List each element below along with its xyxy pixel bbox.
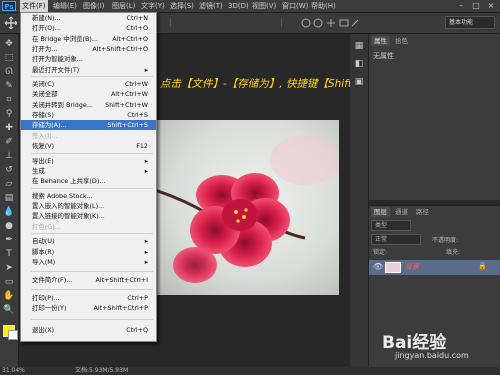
move-tool-icon[interactable]: [4, 16, 18, 30]
menu-item-share-behance[interactable]: 在 Behance 上共享(D)...: [21, 176, 156, 186]
menu-item-search-stock[interactable]: 搜索 Adobe Stock...: [21, 191, 156, 201]
layer-name: 背景: [405, 263, 419, 271]
marquee-icon[interactable]: ⬚: [3, 52, 15, 64]
layer-filter-select[interactable]: 类型: [371, 220, 411, 231]
history-panel-icon[interactable]: ▦: [353, 40, 365, 52]
menu-window[interactable]: 窗口(W): [280, 0, 310, 12]
document-image[interactable]: [155, 120, 339, 295]
quick-select-icon[interactable]: ✎: [3, 80, 15, 92]
zoom-level[interactable]: 31.04%: [2, 367, 25, 375]
menu-item-open-smart-object[interactable]: 打开为智能对象...: [21, 54, 156, 64]
menu-item-new[interactable]: 新建(N)... Ctrl+N: [21, 13, 156, 23]
lock-icon: 🔒: [478, 262, 487, 270]
flower-photo: [155, 120, 339, 295]
eraser-icon[interactable]: ▱: [3, 178, 15, 190]
menu-item-browse-bridge[interactable]: 在 Bridge 中浏览(B)... Alt+Ctrl+O: [21, 34, 156, 44]
blend-mode-select[interactable]: 正常: [371, 234, 421, 245]
menu-separator: [31, 152, 153, 154]
zoom-icon[interactable]: 🔍: [3, 304, 15, 316]
menu-item-open-as[interactable]: 打开为... Alt+Shift+Ctrl+O: [21, 44, 156, 54]
menu-separator: [31, 319, 153, 320]
menu-filter[interactable]: 滤镜(T): [197, 0, 225, 12]
layer-thumbnail: [385, 262, 401, 273]
hand-icon[interactable]: ✋: [3, 290, 15, 302]
menu-view[interactable]: 视图(V): [250, 0, 278, 12]
maximize-icon[interactable]: □: [469, 0, 483, 12]
menu-item-open[interactable]: 打开(O)... Ctrl+O: [21, 23, 156, 33]
file-menu-dropdown: 新建(N)... Ctrl+N 打开(O)... Ctrl+O 在 Bridge 中…: [20, 12, 157, 342]
pen-icon[interactable]: ✒: [3, 234, 15, 246]
no-properties-text: 无属性: [373, 52, 394, 60]
brush-icon[interactable]: ✐: [3, 136, 15, 148]
menu-edit[interactable]: 编辑(E): [51, 0, 79, 12]
type-icon[interactable]: T: [3, 248, 15, 260]
menu-separator: [31, 233, 153, 235]
menu-item-close-to-bridge[interactable]: 关闭并转到 Bridge... Shift+Ctrl+W: [21, 100, 156, 110]
baidu-jingyan-logo: Bai经验: [382, 333, 447, 353]
clone-stamp-icon[interactable]: ⊥: [3, 150, 15, 162]
fill-label: 填充:: [446, 249, 461, 256]
align-buttons[interactable]: [170, 18, 282, 27]
menu-select[interactable]: 选择(S): [168, 0, 196, 12]
shape-icon[interactable]: ▭: [3, 276, 15, 288]
menu-separator: [31, 76, 153, 77]
menu-item-export[interactable]: 导出(E) ▸: [21, 156, 156, 166]
tab-properties[interactable]: 属性: [371, 36, 390, 46]
menu-item-save-as[interactable]: 存储为(A)... Shift+Ctrl+S: [21, 120, 156, 131]
menu-item-generate[interactable]: 生成 ▸: [21, 166, 156, 176]
close-icon[interactable]: ×: [484, 0, 498, 12]
menu-item-print[interactable]: 打印(P)... Ctrl+P: [21, 293, 156, 303]
eye-icon[interactable]: 👁: [373, 262, 383, 271]
menu-3d[interactable]: 3D(D): [226, 0, 251, 12]
menu-item-recent-files[interactable]: 最近打开文件(T) ▸: [21, 65, 156, 75]
crop-icon[interactable]: ⌗: [3, 94, 15, 106]
workspace-select[interactable]: 基本功能: [445, 16, 495, 29]
menu-item-close-all[interactable]: 关闭全部 Alt+Ctrl+W: [21, 89, 156, 99]
document-size: 文档:5.93M/5.93M: [75, 367, 129, 374]
menu-item-automate[interactable]: 自动(U) ▸: [21, 236, 156, 246]
menu-item-scripts[interactable]: 脚本(R) ▸: [21, 247, 156, 257]
menu-separator: [31, 271, 153, 272]
menu-item-check-in[interactable]: 签入(I)...: [21, 131, 156, 141]
menu-item-package[interactable]: 打包(G)...: [21, 222, 156, 232]
photoshop-logo: Ps: [2, 1, 16, 11]
menu-item-file-info[interactable]: 文件简介(F)... Alt+Shift+Ctrl+I: [21, 275, 156, 285]
eyedropper-icon[interactable]: ⚲: [3, 108, 15, 120]
tab-color-picker[interactable]: 拾色: [392, 36, 411, 46]
watermark-url: jingyan.baidu.com: [395, 351, 469, 360]
tab-layers[interactable]: 图层: [371, 207, 390, 217]
background-color-swatch[interactable]: [8, 330, 18, 340]
3d-mode-icons[interactable]: [300, 17, 360, 29]
menu-separator: [31, 289, 153, 290]
menu-item-revert[interactable]: 恢复(V) F12: [21, 141, 156, 151]
menu-separator: [31, 187, 153, 189]
dodge-icon[interactable]: ●: [3, 220, 15, 232]
menu-item-print-one[interactable]: 打印一份(Y) Alt+Shift+Ctrl+P: [21, 303, 156, 313]
menu-item-save[interactable]: 存储(S) Ctrl+S: [21, 110, 156, 120]
menu-layer[interactable]: 图层(L): [110, 0, 137, 12]
opacity-label: 不透明度:: [432, 237, 459, 244]
menu-item-close[interactable]: 关闭(C) Ctrl+W: [21, 79, 156, 89]
tab-paths[interactable]: 路径: [413, 207, 432, 217]
tab-channels[interactable]: 通道: [392, 207, 411, 217]
blur-icon[interactable]: 💧: [3, 206, 15, 218]
menu-item-place-linked[interactable]: 置入链接的智能对象(K)...: [21, 211, 156, 221]
menu-file[interactable]: 文件(F): [20, 0, 48, 12]
lock-label: 锁定:: [373, 249, 388, 256]
minimize-icon[interactable]: –: [454, 0, 468, 12]
move-icon[interactable]: ✥: [3, 38, 15, 50]
menu-help[interactable]: 帮助(H): [309, 0, 338, 12]
menu-item-import[interactable]: 导入(M) ▸: [21, 257, 156, 267]
menu-item-exit[interactable]: 退出(X) Ctrl+Q: [21, 325, 156, 335]
path-select-icon[interactable]: ➤: [3, 262, 15, 274]
menu-item-place-embedded[interactable]: 置入嵌入的智能对象(L)...: [21, 201, 156, 211]
history-brush-icon[interactable]: ↺: [3, 164, 15, 176]
styles-panel-icon[interactable]: ▣: [353, 76, 365, 88]
lasso-icon[interactable]: ᘏ: [3, 66, 15, 78]
gradient-icon[interactable]: ▤: [3, 192, 15, 204]
menu-image[interactable]: 图像(I): [81, 0, 107, 12]
healing-brush-icon[interactable]: ✚: [3, 122, 15, 134]
adjustments-panel-icon[interactable]: ◧: [353, 58, 365, 70]
menu-type[interactable]: 文字(Y): [139, 0, 167, 12]
